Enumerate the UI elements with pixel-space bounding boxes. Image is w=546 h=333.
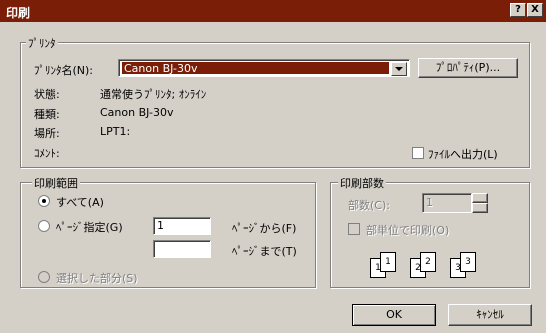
status-label: 状態: — [34, 88, 60, 101]
to-page-label: ﾍﾟｰｼﾞまで(T) — [232, 245, 297, 258]
range-all-radio[interactable] — [38, 195, 50, 207]
title-bar: 印刷 ? X — [0, 0, 546, 22]
window-title: 印刷 — [6, 6, 31, 20]
copies-count-label: 部数(C): — [348, 199, 390, 212]
print-to-file-label[interactable]: ﾌｧｲﾙへ出力(L) — [428, 146, 498, 162]
spin-up-button[interactable] — [472, 193, 488, 203]
collate-pages-icon: 1 1 2 2 3 3 — [368, 250, 488, 280]
printer-name-label: ﾌﾟﾘﾝﾀ名(N): — [34, 64, 94, 77]
print-range-label: 印刷範囲 — [32, 175, 80, 191]
to-page-input[interactable] — [153, 240, 211, 258]
location-label: 場所: — [34, 127, 60, 140]
copies-group-label: 印刷部数 — [338, 175, 386, 191]
status-value: 通常使うﾌﾟﾘﾝﾀ; ｵﾝﾗｲﾝ — [100, 88, 207, 101]
location-value: LPT1: — [100, 125, 131, 138]
collate-page-front-3: 3 — [460, 252, 476, 272]
properties-button[interactable]: ﾌﾟﾛﾊﾟﾃｨ(P)... — [418, 58, 518, 78]
cancel-button[interactable]: ｷｬﾝｾﾙ — [448, 304, 532, 326]
range-selection-label[interactable]: 選択した部分(S) — [56, 270, 138, 286]
range-all-label[interactable]: すべて(A) — [56, 194, 104, 210]
collate-label[interactable]: 部単位で印刷(O) — [366, 222, 449, 238]
help-button[interactable]: ? — [510, 3, 526, 17]
range-pages-radio[interactable] — [38, 220, 50, 232]
printer-group-label: ﾌﾟﾘﾝﾀ — [26, 35, 58, 51]
type-label: 種類: — [34, 108, 60, 121]
close-button[interactable]: X — [527, 3, 543, 17]
type-value: Canon BJ-30v — [100, 106, 174, 119]
spin-down-button[interactable] — [472, 203, 488, 213]
copies-spinner[interactable] — [472, 193, 488, 213]
range-pages-label[interactable]: ﾍﾟｰｼﾞ指定(G) — [56, 219, 123, 235]
print-dialog: 印刷 ? X ﾌﾟﾘﾝﾀ ﾌﾟﾘﾝﾀ名(N): Canon BJ-30v ﾌﾟﾛ… — [0, 0, 546, 333]
chevron-down-icon[interactable] — [391, 62, 407, 76]
comment-label: ｺﾒﾝﾄ: — [34, 147, 60, 160]
ok-button[interactable]: OK — [352, 304, 436, 326]
printer-name-value: Canon BJ-30v — [122, 62, 389, 75]
from-page-input[interactable]: 1 — [153, 217, 211, 235]
collate-checkbox[interactable] — [348, 223, 360, 235]
collate-page-front-2: 2 — [420, 252, 436, 272]
print-to-file-checkbox[interactable] — [412, 147, 424, 159]
collate-page-front-1: 1 — [380, 252, 396, 272]
printer-name-select[interactable]: Canon BJ-30v — [118, 59, 410, 77]
range-selection-radio[interactable] — [38, 271, 50, 283]
from-page-label: ﾍﾟｰｼﾞから(F) — [232, 222, 297, 235]
copies-count-input[interactable]: 1 — [422, 193, 472, 213]
